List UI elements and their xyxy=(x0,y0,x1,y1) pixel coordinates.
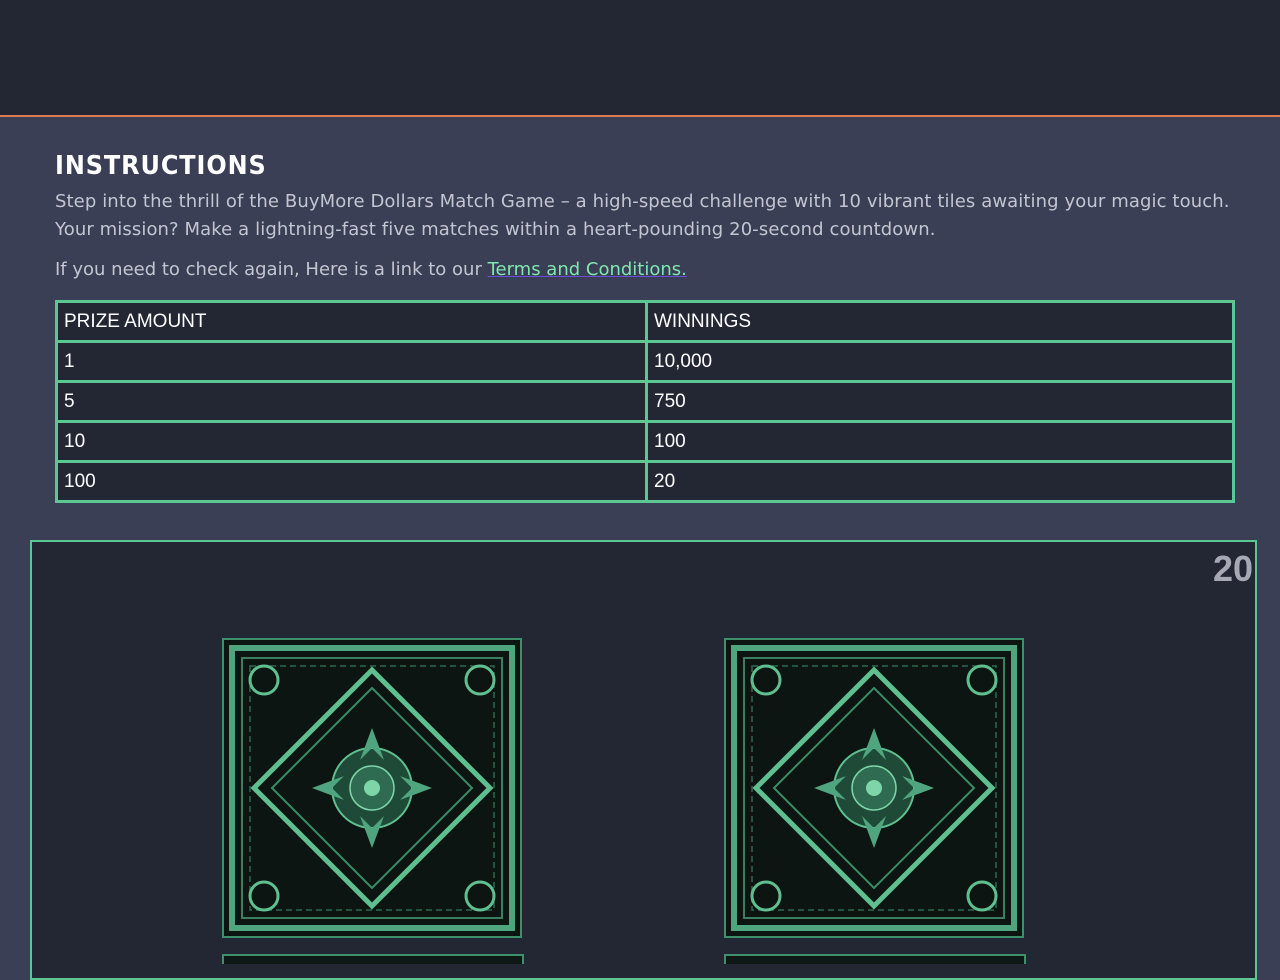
game-tile[interactable] xyxy=(222,954,524,964)
prize-table: PRIZE AMOUNT WINNINGS 1 10,000 5 750 10 … xyxy=(55,300,1235,503)
prize-amount-cell: 100 xyxy=(55,460,648,503)
terms-prefix: If you need to check again, Here is a li… xyxy=(55,259,488,280)
ornate-card-back-icon xyxy=(224,640,520,936)
instructions-description: Step into the thrill of the BuyMore Doll… xyxy=(55,191,1230,240)
header-winnings: WINNINGS xyxy=(645,300,1235,343)
game-board: 20 xyxy=(30,540,1257,980)
prize-amount-cell: 1 xyxy=(55,340,648,383)
instructions-title: INSTRUCTIONS xyxy=(55,151,267,181)
terms-line: If you need to check again, Here is a li… xyxy=(55,256,1235,284)
winnings-cell: 100 xyxy=(645,420,1235,463)
game-tile[interactable] xyxy=(724,954,1026,964)
table-row: 1 10,000 xyxy=(55,340,1235,383)
ornate-card-back-icon xyxy=(726,640,1022,936)
table-header-row: PRIZE AMOUNT WINNINGS xyxy=(55,300,1235,343)
header-prize-amount: PRIZE AMOUNT xyxy=(55,300,648,343)
table-row: 10 100 xyxy=(55,420,1235,463)
table-row: 5 750 xyxy=(55,380,1235,423)
top-bar xyxy=(0,0,1280,117)
prize-amount-cell: 5 xyxy=(55,380,648,423)
game-tile[interactable] xyxy=(222,638,522,938)
prize-amount-cell: 10 xyxy=(55,420,648,463)
winnings-cell: 750 xyxy=(645,380,1235,423)
terms-link[interactable]: Terms and Conditions. xyxy=(488,259,687,280)
countdown-timer: 20 xyxy=(1212,548,1253,589)
game-tile[interactable] xyxy=(724,638,1024,938)
instructions-section: INSTRUCTIONS Step into the thrill of the… xyxy=(55,148,1235,284)
winnings-cell: 20 xyxy=(645,460,1235,503)
winnings-cell: 10,000 xyxy=(645,340,1235,383)
table-row: 100 20 xyxy=(55,460,1235,503)
